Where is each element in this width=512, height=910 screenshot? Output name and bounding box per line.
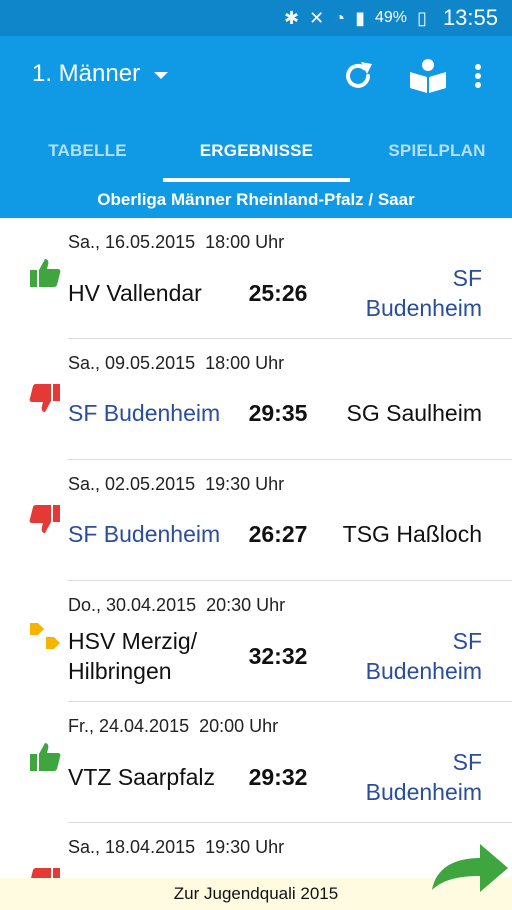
match-date: Sa., 09.05.2015 18:00 Uhr	[68, 353, 285, 373]
overflow-menu-button[interactable]	[458, 56, 498, 96]
away-team: TSG Haßloch	[343, 519, 482, 549]
signal-icon: ▮	[355, 7, 365, 28]
match-score: 25:26	[248, 280, 308, 306]
tab-tabelle[interactable]: TABELLE	[0, 120, 175, 182]
match-row[interactable]: Fr., 24.04.2015 20:00 Uhr VTZ Saarpfalz 29…	[0, 702, 512, 823]
mute-icon: ✕	[309, 7, 325, 28]
away-team-line: Budenheim	[365, 779, 482, 805]
tab-spielplan[interactable]: SPIELPLAN	[362, 120, 512, 182]
home-team: SF Budenheim	[68, 398, 220, 428]
home-team: SF Budenheim	[68, 519, 220, 549]
thumbs-down-icon	[28, 381, 62, 415]
home-team-line: VTZ Saarpfalz	[68, 764, 215, 790]
results-list[interactable]: Sa., 16.05.2015 18:00 Uhr HV Vallendar 25:…	[0, 218, 512, 878]
match-score: 29:35	[248, 400, 308, 426]
away-team-line: SG Saulheim	[346, 400, 482, 426]
battery-percent: 49%	[375, 9, 408, 26]
away-team-line: SF	[452, 749, 482, 775]
home-team-line: SF Budenheim	[68, 400, 221, 426]
away-team: SF Budenheim	[366, 626, 482, 686]
match-date: Sa., 02.05.2015 19:30 Uhr	[68, 474, 285, 494]
match-score: 32:32	[248, 643, 308, 669]
home-team-line: HSV Merzig/	[68, 628, 198, 654]
home-team-line: Hilbringen	[68, 658, 172, 684]
match-row[interactable]: Sa., 16.05.2015 18:00 Uhr HV Vallendar 25:…	[0, 218, 512, 339]
match-date: Sa., 18.04.2015 19:30 Uhr	[68, 837, 285, 857]
app-toolbar: 1. Männer	[0, 36, 512, 120]
away-team-line: SF	[452, 628, 482, 654]
thumbs-down-icon	[28, 865, 62, 878]
battery-icon: ▯	[417, 7, 427, 28]
match-row[interactable]: Sa., 09.05.2015 18:00 Uhr SF Budenheim 29:…	[0, 339, 512, 460]
status-bar: ✱ ✕ ◔ ▮ 49% ▯ 13:55	[0, 0, 512, 36]
refresh-icon	[346, 62, 372, 88]
team-selector[interactable]: 1. Männer	[32, 60, 169, 88]
chevron-down-icon	[154, 71, 169, 79]
away-team: SF Budenheim	[366, 747, 482, 807]
book-reader-icon	[410, 59, 446, 93]
match-row[interactable]: Do., 30.04.2015 20:30 Uhr HSV Merzig/Hilb…	[0, 581, 512, 702]
match-date: Fr., 24.04.2015 20:00 Uhr	[68, 716, 279, 736]
refresh-button[interactable]	[338, 56, 378, 96]
match-date: Sa., 16.05.2015 18:00 Uhr	[68, 232, 285, 252]
match-row[interactable]: Sa., 02.05.2015 19:30 Uhr SF Budenheim 26:…	[0, 460, 512, 581]
thumbs-sideways-icon	[28, 619, 62, 653]
away-team-line: TSG Haßloch	[342, 521, 482, 547]
home-team: HSV Merzig/Hilbringen	[68, 626, 197, 686]
thumbs-up-icon	[28, 256, 62, 290]
match-date: Do., 30.04.2015 20:30 Uhr	[68, 595, 286, 615]
thumbs-down-icon	[28, 502, 62, 536]
wifi-icon: ◔	[334, 7, 346, 28]
away-team: SF Budenheim	[366, 263, 482, 323]
away-team-line: Budenheim	[365, 295, 482, 321]
home-team-line: HV Vallendar	[68, 280, 202, 306]
guide-button[interactable]	[406, 56, 450, 96]
away-team-line: SF	[452, 265, 482, 291]
tab-ergebnisse[interactable]: ERGEBNISSE	[163, 120, 350, 182]
league-header: Oberliga Männer Rheinland-Pfalz / Saar	[0, 182, 512, 218]
more-vert-icon	[475, 64, 481, 88]
away-team-line: Budenheim	[365, 658, 482, 684]
forward-arrow-icon[interactable]	[428, 838, 510, 894]
match-score: 29:32	[248, 764, 308, 790]
tab-bar: TABELLE ERGEBNISSE SPIELPLAN	[0, 120, 512, 182]
team-title: 1. Männer	[32, 60, 141, 87]
bluetooth-icon: ✱	[284, 7, 300, 28]
home-team: VTZ Saarpfalz	[68, 762, 215, 792]
away-team: SG Saulheim	[346, 398, 482, 428]
clock: 13:55	[442, 5, 498, 30]
home-team: HV Vallendar	[68, 278, 202, 308]
match-score: 26:27	[248, 521, 308, 547]
home-team-line: SF Budenheim	[68, 521, 221, 547]
thumbs-up-icon	[28, 740, 62, 774]
